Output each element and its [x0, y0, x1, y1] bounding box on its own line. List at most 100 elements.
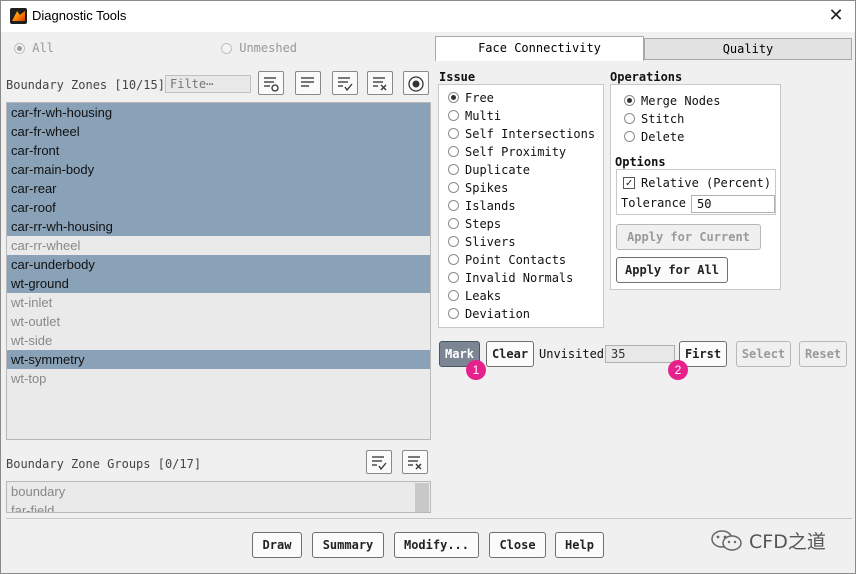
tolerance-input[interactable]: 50 [691, 195, 775, 213]
radio-icon [448, 110, 459, 121]
stitch-radio[interactable]: Stitch [624, 112, 684, 126]
radio-icon [448, 128, 459, 139]
tolerance-label: Tolerance [621, 196, 687, 210]
apply-for-all-button[interactable]: Apply for All [616, 257, 728, 283]
zone-list-item[interactable]: car-fr-wh-housing [7, 103, 430, 122]
modify-button[interactable]: Modify... [394, 532, 479, 558]
close-button[interactable]: Close [489, 532, 546, 558]
radio-icon [448, 182, 459, 193]
filter-unmeshed-radio[interactable]: Unmeshed [221, 41, 297, 55]
zone-groups-list[interactable]: boundary far-field [6, 481, 431, 513]
draw-button[interactable]: Draw [252, 532, 302, 558]
target-icon [408, 76, 424, 92]
list-view-button[interactable] [295, 71, 321, 95]
operations-heading: Operations [610, 70, 683, 84]
list-check-icon [338, 77, 353, 92]
radio-icon [624, 95, 635, 106]
zone-list-item[interactable]: car-roof [7, 198, 430, 217]
summary-button[interactable]: Summary [312, 532, 384, 558]
radio-icon [448, 200, 459, 211]
clear-button[interactable]: Clear [486, 341, 534, 367]
wechat-icon [711, 530, 742, 551]
relative-checkbox[interactable]: ✓ Relative (Percent) [623, 176, 771, 190]
filter-all-radio[interactable]: All [14, 41, 54, 55]
radio-icon [448, 236, 459, 247]
issue-heading: Issue [439, 70, 476, 84]
zone-list-item[interactable]: wt-ground [7, 274, 430, 293]
issue-option-radio[interactable]: Deviation [448, 307, 530, 321]
operations-box: Merge Nodes Stitch Delete Options ✓ Relat… [610, 84, 781, 290]
zone-list-item[interactable]: car-fr-wheel [7, 122, 430, 141]
radio-icon [448, 290, 459, 301]
window-title: Diagnostic Tools [32, 8, 127, 23]
list-clear-icon [373, 77, 387, 91]
tab-face-connectivity[interactable]: Face Connectivity [435, 36, 644, 61]
list-clear-icon [408, 456, 422, 470]
issue-option-radio[interactable]: Free [448, 91, 494, 105]
issue-option-radio[interactable]: Invalid Normals [448, 271, 573, 285]
zone-list-item[interactable]: car-underbody [7, 255, 430, 274]
help-button[interactable]: Help [555, 532, 604, 558]
footer-separator [6, 518, 852, 519]
title-bar: Diagnostic Tools ✕ [1, 1, 855, 32]
zone-list-item[interactable]: car-front [7, 141, 430, 160]
zone-list-item[interactable]: wt-top [7, 369, 430, 388]
deselect-all-groups-button[interactable] [402, 450, 428, 474]
issue-option-radio[interactable]: Steps [448, 217, 501, 231]
radio-icon [448, 308, 459, 319]
checkmark-icon: ✓ [623, 176, 635, 189]
close-window-icon[interactable]: ✕ [825, 5, 847, 27]
select-all-groups-button[interactable] [366, 450, 392, 474]
boundary-zones-list[interactable]: car-fr-wh-housing car-fr-wheel car-front ca… [6, 102, 431, 440]
list-check-icon [372, 456, 387, 471]
zone-list-item[interactable]: car-rr-wheel [7, 236, 430, 255]
fluent-app-icon [10, 8, 27, 24]
tab-quality[interactable]: Quality [644, 38, 852, 60]
issue-option-radio[interactable]: Point Contacts [448, 253, 566, 267]
select-all-zones-button[interactable] [332, 71, 358, 95]
unvisited-label: Unvisited [539, 347, 605, 361]
zone-list-item[interactable]: car-rr-wh-housing [7, 217, 430, 236]
deselect-all-zones-button[interactable] [367, 71, 393, 95]
issue-option-radio[interactable]: Islands [448, 199, 516, 213]
zone-list-item[interactable]: wt-inlet [7, 293, 430, 312]
reset-button[interactable]: Reset [799, 341, 847, 367]
first-button[interactable]: First [679, 341, 727, 367]
boundary-zones-header: Boundary Zones [10/15] [6, 78, 165, 92]
list-item[interactable]: far-field [7, 501, 430, 512]
radio-icon [448, 92, 459, 103]
issue-option-radio[interactable]: Spikes [448, 181, 508, 195]
issue-option-radio[interactable]: Multi [448, 109, 501, 123]
merge-nodes-radio[interactable]: Merge Nodes [624, 94, 720, 108]
options-heading: Options [615, 155, 666, 169]
issue-option-radio[interactable]: Self Intersections [448, 127, 595, 141]
apply-for-current-button[interactable]: Apply for Current [616, 224, 761, 250]
radio-icon [448, 272, 459, 283]
issue-option-radio[interactable]: Slivers [448, 235, 516, 249]
radio-icon [624, 131, 635, 142]
issue-option-radio[interactable]: Duplicate [448, 163, 530, 177]
filter-zones-button[interactable] [258, 71, 284, 95]
radio-icon [624, 113, 635, 124]
delete-radio[interactable]: Delete [624, 130, 684, 144]
list-filter-icon [264, 77, 279, 92]
draw-selection-button[interactable] [403, 71, 429, 95]
issue-option-radio[interactable]: Self Proximity [448, 145, 566, 159]
zone-list-item[interactable]: wt-side [7, 331, 430, 350]
watermark-text: CFD之道 [749, 531, 826, 553]
step-badge-2: 2 [668, 360, 688, 380]
zone-list-item[interactable]: wt-symmetry [7, 350, 430, 369]
unvisited-count: 35 [605, 345, 675, 363]
radio-icon [448, 146, 459, 157]
groups-scrollbar[interactable] [415, 483, 429, 512]
step-badge-1: 1 [466, 360, 486, 380]
select-button[interactable]: Select [736, 341, 791, 367]
zone-list-item[interactable]: car-main-body [7, 160, 430, 179]
list-item[interactable]: boundary [7, 482, 430, 501]
zone-list-item[interactable]: car-rear [7, 179, 430, 198]
zone-filter-input[interactable] [165, 75, 251, 93]
zone-list-item[interactable]: wt-outlet [7, 312, 430, 331]
issue-option-radio[interactable]: Leaks [448, 289, 501, 303]
radio-icon [448, 164, 459, 175]
radio-icon [14, 43, 25, 54]
